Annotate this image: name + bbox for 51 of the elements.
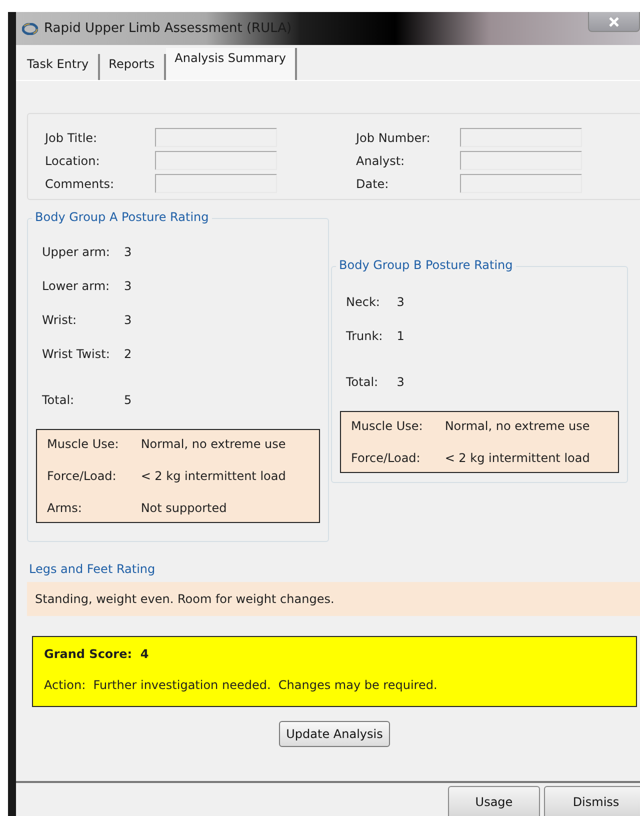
rating-value: 3 [396, 295, 406, 309]
rating-value: 1 [396, 329, 406, 343]
factor-label: Muscle Use: [351, 419, 423, 433]
total-value: 3 [396, 375, 406, 389]
dismiss-button[interactable]: Dismiss [544, 786, 640, 816]
total-value: 5 [124, 393, 133, 407]
field-label: Job Number: [356, 130, 432, 144]
rating-label: Wrist: [42, 313, 78, 327]
input-field[interactable] [155, 174, 277, 193]
factor-value: Normal, no extreme use [444, 419, 590, 433]
usage-button[interactable]: Usage [448, 786, 540, 816]
rating-label: Lower arm: [42, 279, 110, 293]
factor-value: < 2 kg intermittent load [444, 451, 590, 465]
factor-value: < 2 kg intermittent load [140, 469, 286, 483]
rating-value: 3 [124, 279, 133, 293]
total-label: Total: [42, 393, 76, 407]
input-field[interactable] [460, 151, 582, 170]
field-label: Comments: [45, 176, 116, 190]
action-text: Action: Further investigation needed. Changes may be required. [44, 678, 438, 692]
group-title: Legs and Feet Rating [28, 562, 156, 576]
field-label: Analyst: [356, 154, 406, 168]
group-title: Body Group B Posture Rating [336, 258, 516, 272]
input-field[interactable] [155, 151, 277, 170]
factor-label: Arms: [47, 501, 83, 515]
rating-value: 3 [124, 313, 133, 327]
input-field[interactable] [460, 128, 582, 147]
grand-score: Grand Score: 4 [44, 647, 150, 661]
factor-label: Force/Load: [351, 451, 422, 465]
factor-label: Force/Load: [47, 469, 118, 483]
rating-label: Wrist Twist: [42, 347, 110, 361]
factor-label: Muscle Use: [47, 437, 119, 451]
field-label: Location: [45, 154, 101, 168]
total-label: Total: [346, 375, 380, 389]
close-button[interactable] [588, 12, 640, 32]
legs-rating-text: Standing, weight even. Room for weight changes. [27, 582, 640, 616]
rating-value: 2 [124, 347, 133, 361]
tab[interactable]: Analysis Summary [166, 48, 297, 80]
group-title: Body Group A Posture Rating [32, 210, 212, 224]
app-icon [22, 22, 38, 34]
rating-value: 3 [124, 245, 133, 259]
factor-value: Not supported [140, 501, 228, 515]
field-label: Date: [356, 176, 390, 190]
close-icon [609, 16, 619, 26]
field-label: Job Title: [45, 130, 98, 144]
input-field[interactable] [155, 128, 277, 147]
input-field[interactable] [460, 174, 582, 193]
update-analysis-button[interactable]: Update Analysis [279, 721, 390, 747]
rating-label: Upper arm: [42, 245, 110, 259]
factor-value: Normal, no extreme use [140, 437, 286, 451]
rating-label: Trunk: [346, 329, 383, 343]
rating-label: Neck: [346, 295, 381, 309]
